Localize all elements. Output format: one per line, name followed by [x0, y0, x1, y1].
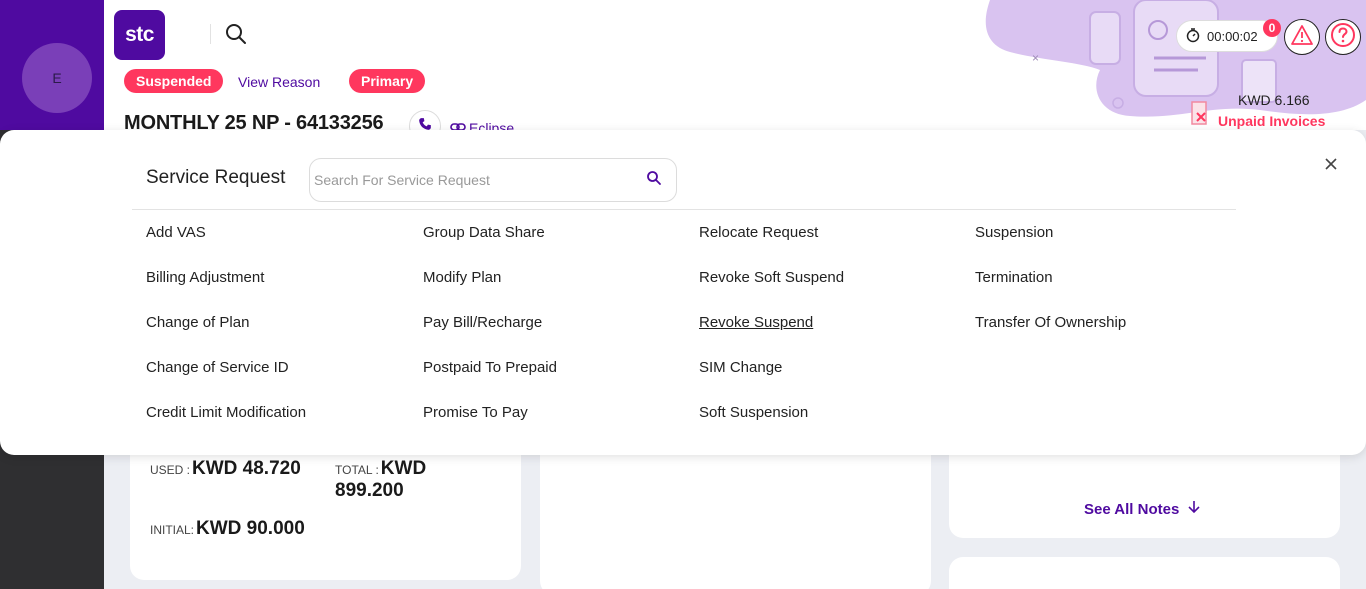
service-request-search-input[interactable] — [314, 172, 646, 188]
service-revoke-suspend[interactable]: Revoke Suspend — [699, 314, 844, 359]
balance-value: KWD 6.166 — [1238, 92, 1310, 108]
warning-button[interactable] — [1284, 19, 1320, 55]
service-credit-limit-modification[interactable]: Credit Limit Modification — [146, 404, 306, 449]
see-all-notes-link[interactable]: See All Notes — [1084, 500, 1201, 518]
service-request-modal: Service Request Add VAS Billing Adjustme… — [0, 130, 1366, 455]
stc-logo[interactable]: stc — [114, 10, 165, 60]
service-relocate-request[interactable]: Relocate Request — [699, 224, 844, 269]
service-modify-plan[interactable]: Modify Plan — [423, 269, 557, 314]
view-reason-link[interactable]: View Reason — [238, 74, 320, 90]
service-revoke-soft-suspend[interactable]: Revoke Soft Suspend — [699, 269, 844, 314]
total-value-amount: 899.200 — [335, 480, 404, 501]
search-icon[interactable] — [224, 22, 248, 46]
header-divider — [210, 24, 211, 44]
service-promise-to-pay[interactable]: Promise To Pay — [423, 404, 557, 449]
service-postpaid-to-prepaid[interactable]: Postpaid To Prepaid — [423, 359, 557, 404]
timer-value: 00:00:02 — [1207, 28, 1258, 44]
used-label: USED : — [150, 463, 191, 477]
service-termination[interactable]: Termination — [975, 269, 1126, 314]
help-button[interactable] — [1325, 19, 1361, 55]
service-pay-bill-recharge[interactable]: Pay Bill/Recharge — [423, 314, 557, 359]
modal-title: Service Request — [146, 167, 286, 188]
primary-badge: Primary — [349, 69, 426, 93]
initial-label: INITIAL: — [150, 523, 195, 537]
service-column-3: Relocate Request Revoke Soft Suspend Rev… — [699, 224, 844, 449]
service-column-1: Add VAS Billing Adjustment Change of Pla… — [146, 224, 306, 449]
avatar[interactable]: E — [22, 43, 92, 113]
service-change-of-plan[interactable]: Change of Plan — [146, 314, 306, 359]
total-value-currency: KWD — [380, 458, 427, 479]
close-modal-button[interactable] — [1320, 155, 1342, 177]
notification-count-badge: 0 — [1263, 19, 1281, 37]
search-icon[interactable] — [646, 170, 662, 191]
total-label: TOTAL : — [335, 463, 379, 477]
service-suspension[interactable]: Suspension — [975, 224, 1126, 269]
service-billing-adjustment[interactable]: Billing Adjustment — [146, 269, 306, 314]
see-all-notes-label: See All Notes — [1084, 500, 1180, 518]
help-icon — [1330, 22, 1356, 53]
service-soft-suspension[interactable]: Soft Suspension — [699, 404, 844, 449]
svg-text:×: × — [1032, 51, 1039, 65]
close-icon — [1325, 157, 1337, 175]
service-transfer-of-ownership[interactable]: Transfer Of Ownership — [975, 314, 1126, 359]
used-value: KWD 48.720 — [192, 458, 301, 479]
service-change-of-service-id[interactable]: Change of Service ID — [146, 359, 306, 404]
arrow-down-icon — [1187, 500, 1201, 518]
service-sim-change[interactable]: SIM Change — [699, 359, 844, 404]
warning-icon — [1290, 24, 1314, 51]
status-badge: Suspended — [124, 69, 224, 93]
service-column-4: Suspension Termination Transfer Of Owner… — [975, 224, 1126, 359]
service-group-data-share[interactable]: Group Data Share — [423, 224, 557, 269]
initial-value: KWD 90.000 — [196, 518, 305, 539]
service-request-search — [309, 158, 677, 202]
service-column-2: Group Data Share Modify Plan Pay Bill/Re… — [423, 224, 557, 449]
timer-icon — [1185, 27, 1201, 46]
bottom-right-card — [949, 557, 1340, 589]
modal-divider — [132, 209, 1236, 210]
service-add-vas[interactable]: Add VAS — [146, 224, 306, 269]
unpaid-invoices-link[interactable]: Unpaid Invoices — [1218, 113, 1325, 129]
